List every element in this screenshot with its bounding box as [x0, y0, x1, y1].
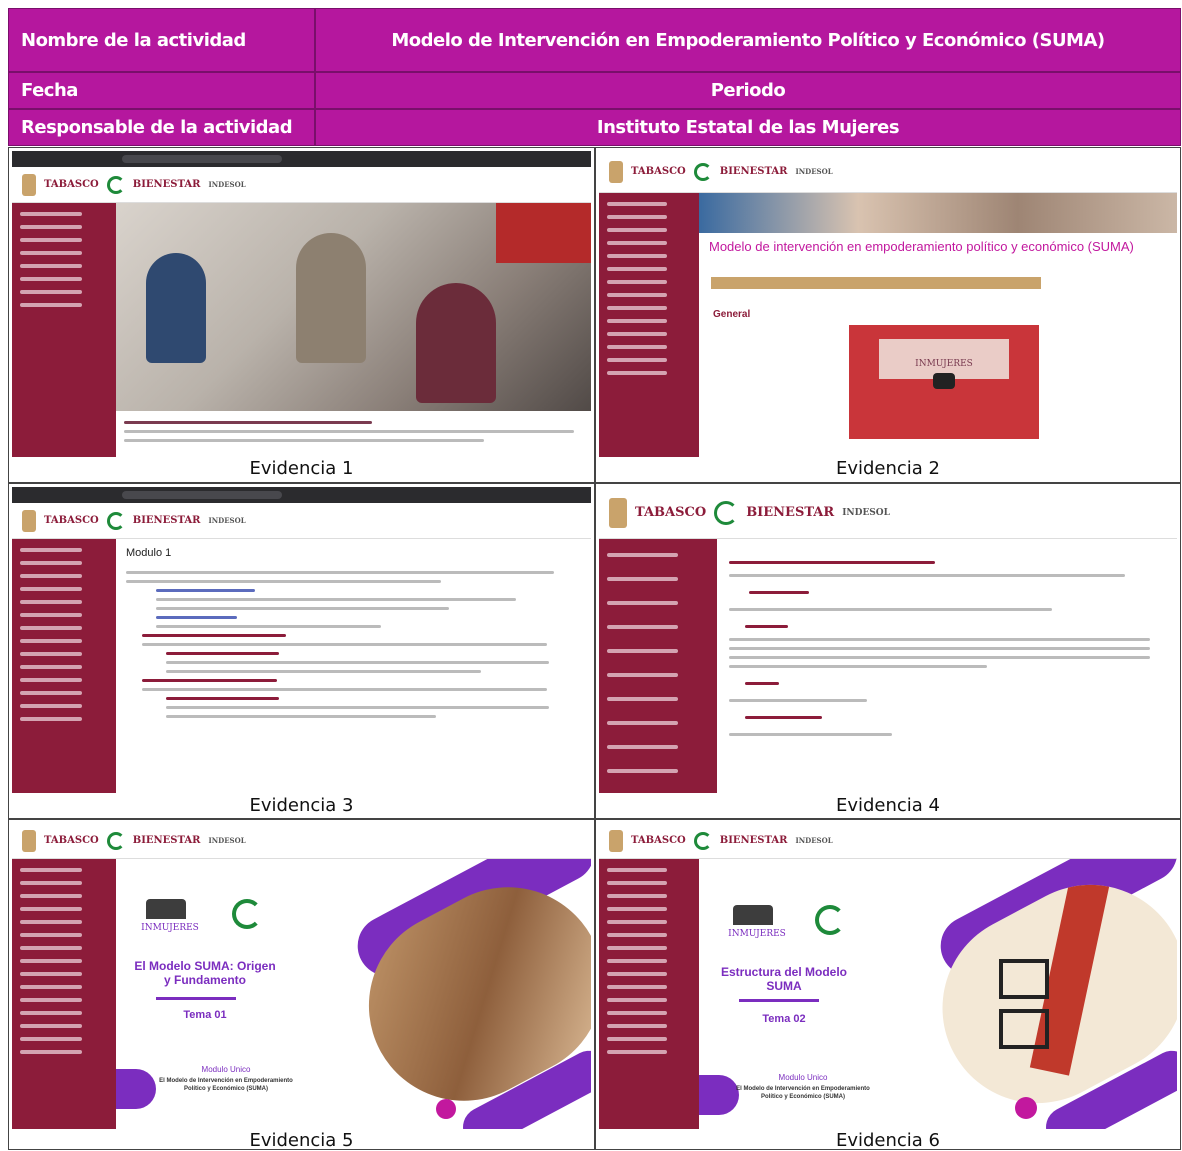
tabasco-logo-icon [609, 160, 623, 183]
tabasco-logo-text: TABASCO [631, 835, 686, 846]
course-banner [699, 193, 1177, 233]
site-header: TABASCO BIENESTAR INDESOL [12, 503, 591, 539]
indesol-logo-text: INDESOL [795, 836, 833, 845]
slide-topic: Tema 02 [762, 1013, 806, 1025]
caption-evidence-2: Evidencia 2 [835, 458, 941, 479]
institute-logo-icon [714, 500, 739, 525]
site-header: TABASCO BIENESTAR INDESOL [599, 487, 1177, 539]
screenshot-evidence-3: TABASCO BIENESTAR INDESOL Modulo 1 [12, 487, 591, 793]
activity-name-label: Nombre de la actividad [8, 8, 315, 72]
screenshot-evidence-2: TABASCO BIENESTAR INDESOL Modelo de inte… [599, 151, 1177, 457]
course-sidebar[interactable] [599, 539, 717, 793]
play-icon[interactable] [933, 373, 955, 389]
checkbox-icon [999, 1009, 1049, 1049]
course-sidebar[interactable] [12, 859, 116, 1129]
course-sidebar[interactable] [599, 193, 699, 457]
bienestar-logo-text: BIENESTAR [132, 835, 201, 846]
institute-logo-icon [106, 175, 125, 194]
caption-evidence-5: Evidencia 5 [249, 1130, 354, 1151]
course-sidebar[interactable] [12, 203, 116, 457]
institute-logo-icon [693, 831, 712, 850]
tabasco-logo-icon [22, 509, 36, 532]
institute-slide-logo-icon [815, 905, 845, 935]
tabasco-logo-icon [22, 829, 36, 852]
slide-title: Estructura del Modelo SUMA [720, 965, 848, 993]
video-brand: INMUJERES [915, 359, 973, 369]
tabasco-logo-icon [22, 173, 36, 196]
site-header: TABASCO BIENESTAR INDESOL [12, 823, 591, 859]
caption-evidence-6: Evidencia 6 [835, 1130, 941, 1151]
tabasco-logo-icon [609, 829, 623, 852]
screenshot-evidence-1: TABASCO BIENESTAR INDESOL [12, 151, 591, 457]
institute-slide-logo-icon [232, 899, 262, 929]
slide: INMUJERES El Modelo SUMA: Origen y Funda… [116, 859, 591, 1129]
bienestar-logo-text: BIENESTAR [132, 515, 201, 526]
section-title: General [713, 309, 751, 320]
slide-title: El Modelo SUMA: Origen y Fundamento [134, 959, 276, 987]
slide-divider [739, 999, 819, 1002]
indesol-logo-text: INDESOL [208, 516, 246, 525]
date-label: Fecha [8, 72, 315, 109]
screenshot-evidence-5: TABASCO BIENESTAR INDESOL INMUJERES El M… [12, 823, 591, 1129]
slide-footer-title: Modulo Unico [201, 1065, 251, 1074]
slide-footer-sub: El Modelo de Intervención en Empoderamie… [736, 1086, 870, 1100]
site-header: TABASCO BIENESTAR INDESOL [599, 151, 1177, 193]
course-sidebar[interactable] [12, 539, 116, 793]
bienestar-logo-text: BIENESTAR [719, 835, 788, 846]
browser-toolbar [12, 487, 591, 503]
indesol-logo-text: INDESOL [208, 180, 246, 189]
course-sidebar[interactable] [599, 859, 699, 1129]
bienestar-logo-text: BIENESTAR [719, 166, 788, 177]
caption-evidence-4: Evidencia 4 [835, 795, 941, 816]
activity-name-value: Modelo de Intervención en Empoderamiento… [315, 8, 1181, 72]
tabasco-logo-text: TABASCO [631, 166, 686, 177]
responsible-label: Responsable de la actividad [8, 109, 315, 146]
site-header: TABASCO BIENESTAR INDESOL [12, 167, 591, 203]
inmujeres-logo-icon [146, 899, 186, 919]
indesol-logo-text: INDESOL [795, 167, 833, 176]
activity-list [729, 555, 1159, 742]
slide-topic: Tema 01 [183, 1009, 227, 1021]
tabasco-logo-icon [609, 497, 627, 528]
tabasco-logo-text: TABASCO [635, 505, 707, 520]
caption-evidence-1: Evidencia 1 [249, 458, 354, 479]
slide-divider [156, 997, 236, 1000]
slide-footer-title: Modulo Unico [778, 1073, 828, 1082]
date-value: Periodo [315, 72, 1181, 109]
course-title: Modelo de intervención en empoderamiento… [709, 239, 1134, 254]
breadcrumb[interactable] [711, 277, 1041, 289]
institute-logo-icon [106, 831, 125, 850]
site-header: TABASCO BIENESTAR INDESOL [599, 823, 1177, 859]
indesol-logo-text: INDESOL [842, 507, 890, 518]
bienestar-logo-text: BIENESTAR [746, 505, 835, 520]
module-title: Modulo 1 [126, 547, 172, 559]
institute-logo-icon [106, 511, 125, 530]
intro-video[interactable]: INMUJERES [849, 325, 1039, 439]
caption-evidence-3: Evidencia 3 [249, 795, 354, 816]
slide: INMUJERES Estructura del Modelo SUMA Tem… [699, 859, 1177, 1129]
screenshot-evidence-4: TABASCO BIENESTAR INDESOL [599, 487, 1177, 793]
module-content [126, 565, 576, 724]
slide-brand: INMUJERES [728, 929, 786, 939]
browser-toolbar [12, 151, 591, 167]
tabasco-logo-text: TABASCO [44, 179, 99, 190]
slide-footer-sub: El Modelo de Intervención en Empoderamie… [159, 1078, 293, 1092]
slide-brand: INMUJERES [141, 923, 199, 933]
inmujeres-logo-icon [733, 905, 773, 925]
screenshot-evidence-6: TABASCO BIENESTAR INDESOL INMUJERES Estr… [599, 823, 1177, 1129]
hero-photo [116, 203, 591, 411]
indesol-logo-text: INDESOL [208, 836, 246, 845]
responsible-value: Instituto Estatal de las Mujeres [315, 109, 1181, 146]
tabasco-logo-text: TABASCO [44, 835, 99, 846]
checkbox-icon [999, 959, 1049, 999]
institute-logo-icon [693, 162, 712, 181]
bienestar-logo-text: BIENESTAR [132, 179, 201, 190]
tabasco-logo-text: TABASCO [44, 515, 99, 526]
